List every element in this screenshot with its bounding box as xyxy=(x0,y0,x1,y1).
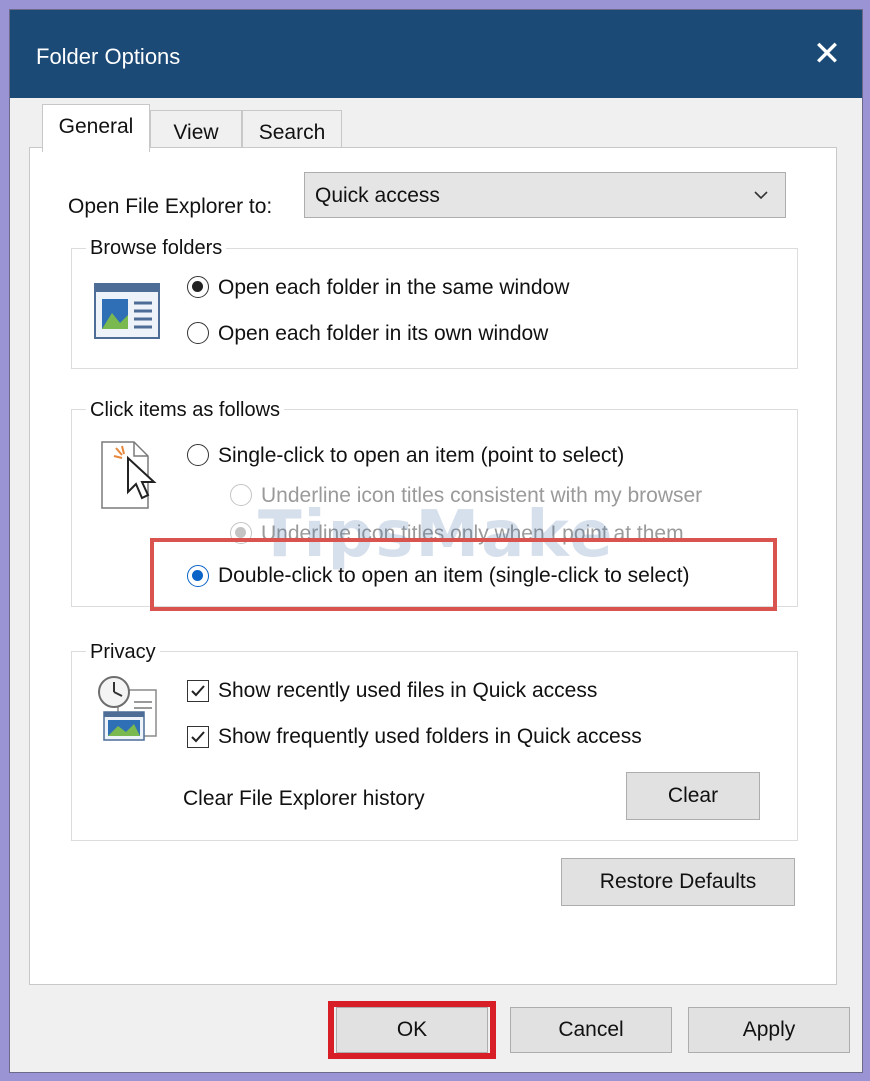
frequent-folders-label[interactable]: Show frequently used folders in Quick ac… xyxy=(218,725,642,749)
radio-same-window[interactable] xyxy=(187,276,209,298)
open-to-value: Quick access xyxy=(315,184,440,207)
single-click-label[interactable]: Single-click to open an item (point to s… xyxy=(218,444,624,468)
privacy-legend: Privacy xyxy=(86,641,160,664)
open-to-label: Open File Explorer to: xyxy=(68,195,273,218)
window-title: Folder Options xyxy=(36,44,181,69)
click-items-legend: Click items as follows xyxy=(86,399,285,422)
tab-view[interactable]: View xyxy=(150,110,242,148)
browse-folders-legend: Browse folders xyxy=(86,237,227,260)
cancel-button[interactable]: Cancel xyxy=(510,1007,672,1053)
open-to-dropdown[interactable]: Quick access xyxy=(304,172,786,218)
clear-history-label: Clear File Explorer history xyxy=(183,787,425,810)
checkmark-icon xyxy=(191,685,205,697)
browse-folders-group xyxy=(71,248,798,369)
chevron-down-icon xyxy=(754,191,768,200)
radio-underline-browser xyxy=(230,484,252,506)
tab-search[interactable]: Search xyxy=(242,110,342,148)
checkmark-icon xyxy=(191,731,205,743)
apply-button[interactable]: Apply xyxy=(688,1007,850,1053)
pointer-click-icon xyxy=(101,441,157,509)
underline-point-label: Underline icon titles only when I point … xyxy=(261,522,684,545)
clear-button[interactable]: Clear xyxy=(626,772,760,820)
tab-general[interactable]: General xyxy=(42,104,150,152)
recent-files-label[interactable]: Show recently used files in Quick access xyxy=(218,679,597,703)
restore-defaults-button[interactable]: Restore Defaults xyxy=(561,858,795,906)
tab-general-label: General xyxy=(58,115,134,138)
own-window-label[interactable]: Open each folder in its own window xyxy=(218,322,548,346)
checkbox-frequent-folders[interactable] xyxy=(187,726,209,748)
radio-own-window[interactable] xyxy=(187,322,209,344)
radio-underline-point xyxy=(230,522,252,544)
underline-browser-label: Underline icon titles consistent with my… xyxy=(261,484,703,507)
privacy-history-icon xyxy=(98,676,157,741)
ok-button[interactable]: OK xyxy=(336,1007,488,1053)
folder-window-icon xyxy=(94,283,160,339)
double-click-label[interactable]: Double-click to open an item (single-cli… xyxy=(218,564,690,588)
same-window-label[interactable]: Open each folder in the same window xyxy=(218,276,569,300)
checkbox-recent-files[interactable] xyxy=(187,680,209,702)
tab-search-label: Search xyxy=(258,121,326,144)
title-bar: Folder Options ✕ xyxy=(10,10,862,98)
close-icon[interactable]: ✕ xyxy=(792,10,862,98)
radio-single-click[interactable] xyxy=(187,444,209,466)
radio-double-click[interactable] xyxy=(187,565,209,587)
tab-view-label: View xyxy=(173,121,219,144)
